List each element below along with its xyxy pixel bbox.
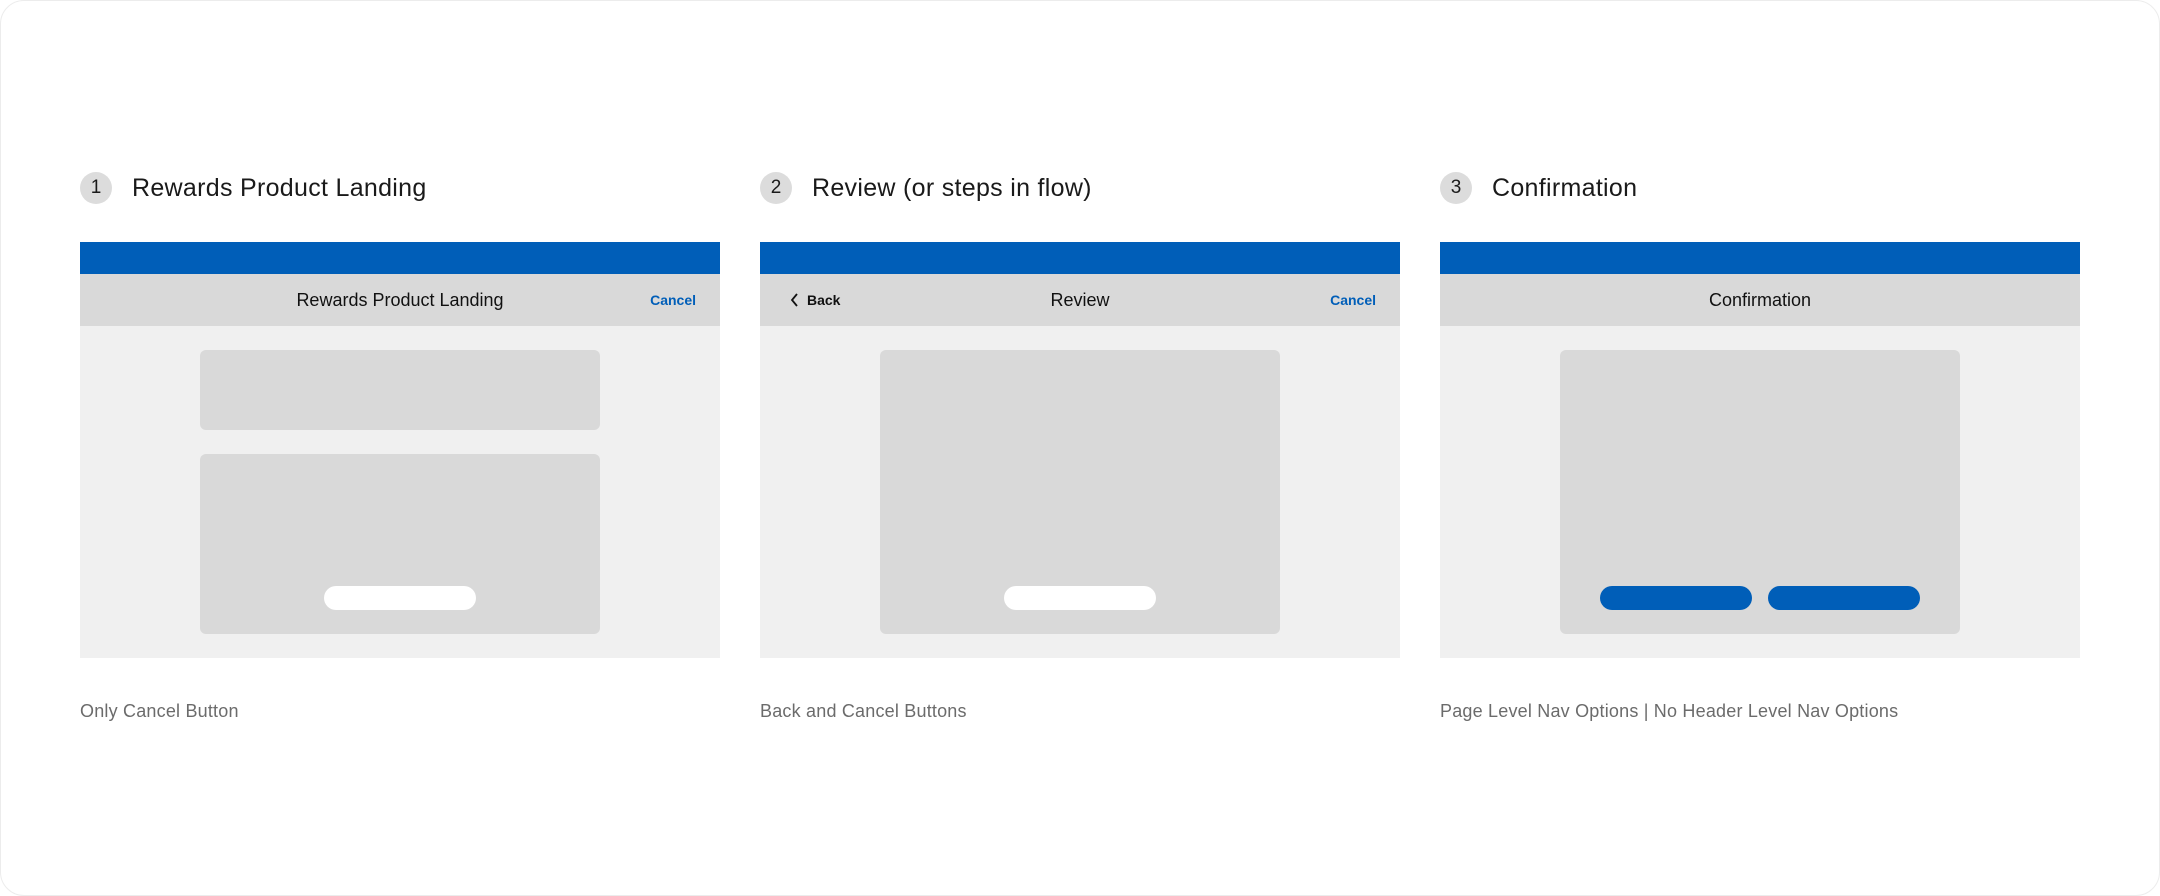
- chevron-left-icon: [790, 293, 798, 307]
- step-header: 2 Review (or steps in flow): [760, 171, 1092, 205]
- flow-diagram: 1 Rewards Product Landing Rewards Produc…: [0, 0, 2160, 896]
- step-title: Review (or steps in flow): [812, 173, 1092, 202]
- action-button-placeholder[interactable]: [324, 586, 476, 610]
- step-number-badge: 2: [760, 172, 792, 204]
- cancel-button[interactable]: Cancel: [650, 274, 696, 326]
- step-caption: Only Cancel Button: [80, 701, 239, 721]
- content-placeholder-main: [200, 454, 600, 634]
- content-placeholder-main: [1560, 350, 1960, 634]
- step-header: 3 Confirmation: [1440, 171, 1637, 205]
- status-bar: [80, 242, 720, 274]
- nav-title: Confirmation: [1708, 290, 1812, 310]
- nav-bar: Rewards Product Landing Cancel: [80, 274, 720, 326]
- step-title: Confirmation: [1492, 173, 1638, 202]
- nav-bar: Review Back Cancel: [760, 274, 1400, 326]
- screen-mockup: Rewards Product Landing Cancel: [80, 242, 720, 658]
- nav-title: Review: [1050, 290, 1110, 310]
- back-button[interactable]: Back: [790, 274, 840, 326]
- cancel-button[interactable]: Cancel: [1330, 274, 1376, 326]
- step-number-badge: 3: [1440, 172, 1472, 204]
- step-caption: Back and Cancel Buttons: [760, 701, 967, 721]
- status-bar: [760, 242, 1400, 274]
- back-label: Back: [807, 292, 841, 308]
- action-button-placeholder[interactable]: [1004, 586, 1156, 610]
- step-title: Rewards Product Landing: [132, 173, 427, 202]
- screen-mockup: Review Back Cancel: [760, 242, 1400, 658]
- step-number-badge: 1: [80, 172, 112, 204]
- screen-mockup: Confirmation: [1440, 242, 2080, 658]
- content-placeholder-main: [880, 350, 1280, 634]
- nav-title: Rewards Product Landing: [296, 290, 504, 310]
- primary-action-button-placeholder[interactable]: [1600, 586, 1752, 610]
- secondary-action-button-placeholder[interactable]: [1768, 586, 1920, 610]
- nav-bar: Confirmation: [1440, 274, 2080, 326]
- step-header: 1 Rewards Product Landing: [80, 171, 427, 205]
- step-1: 1 Rewards Product Landing Rewards Produc…: [80, 1, 720, 895]
- step-2: 2 Review (or steps in flow) Review Back …: [760, 1, 1400, 895]
- status-bar: [1440, 242, 2080, 274]
- step-3: 3 Confirmation Confirmation Page Level N…: [1440, 1, 2080, 895]
- step-caption: Page Level Nav Options | No Header Level…: [1440, 701, 1899, 721]
- content-placeholder-top: [200, 350, 600, 430]
